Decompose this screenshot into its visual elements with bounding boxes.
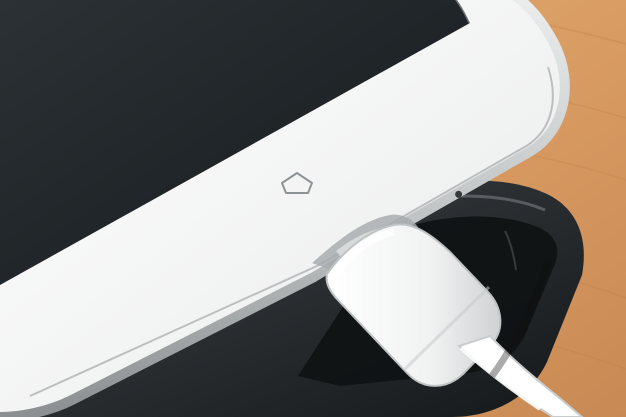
photo-scene xyxy=(0,0,626,417)
phone-charging-photo xyxy=(0,0,626,417)
